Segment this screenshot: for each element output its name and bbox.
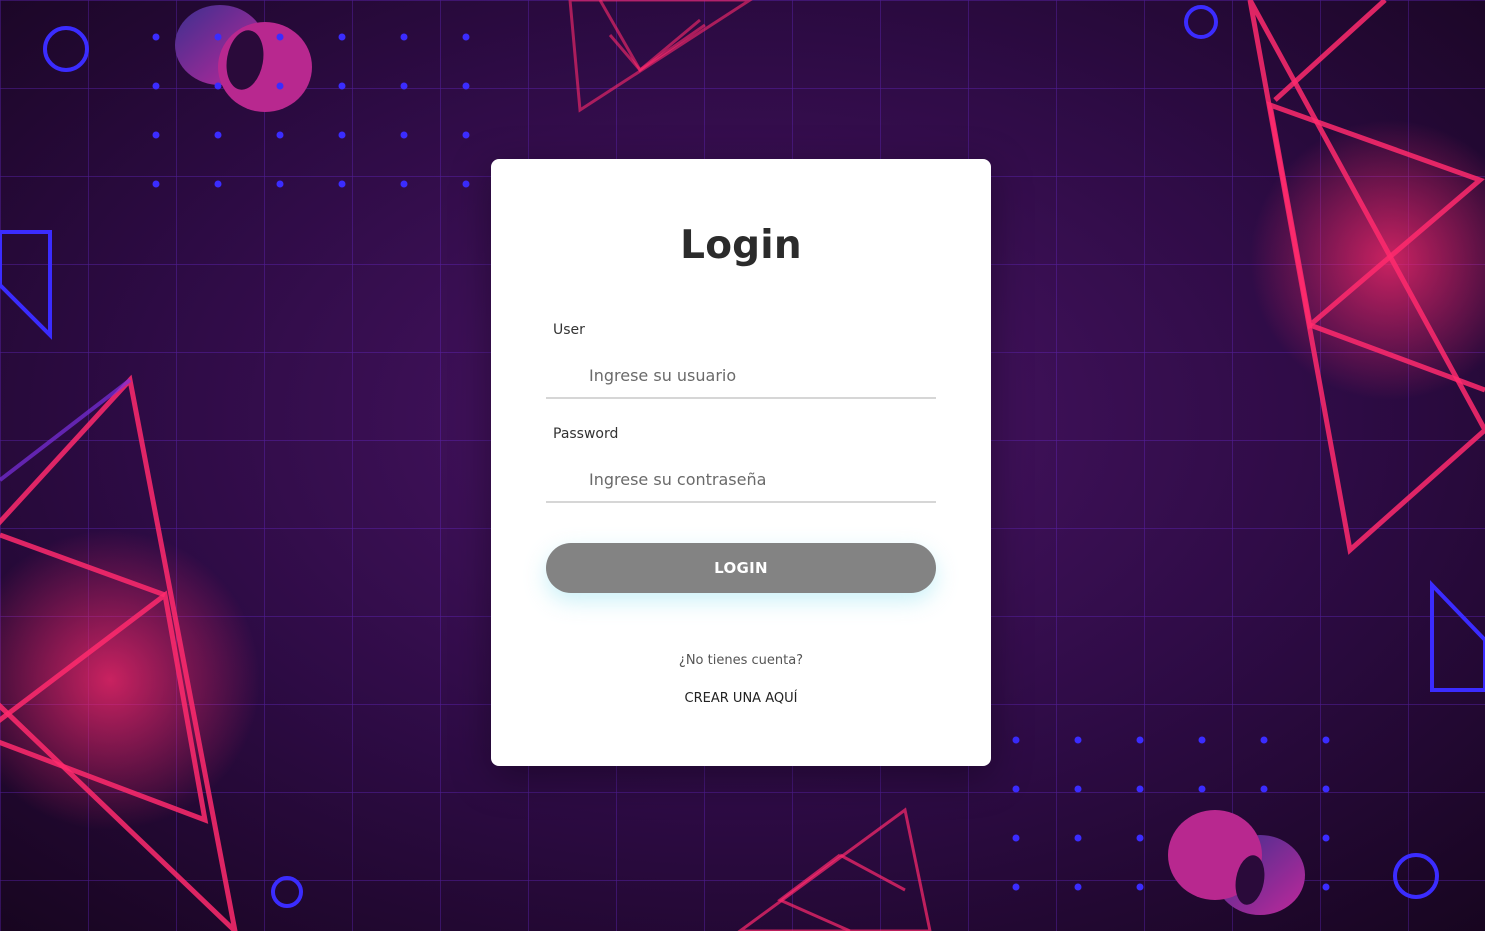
user-input[interactable]	[546, 353, 936, 399]
login-card: Login User Password LOGIN ¿No tienes cue…	[491, 159, 991, 766]
user-label: User	[553, 322, 585, 338]
create-account-link[interactable]: CREAR UNA AQUÍ	[491, 691, 991, 706]
password-input[interactable]	[546, 457, 936, 503]
password-label: Password	[553, 426, 619, 442]
no-account-text: ¿No tienes cuenta?	[678, 653, 804, 668]
login-button[interactable]: LOGIN	[546, 543, 936, 593]
login-title: Login	[680, 223, 802, 268]
